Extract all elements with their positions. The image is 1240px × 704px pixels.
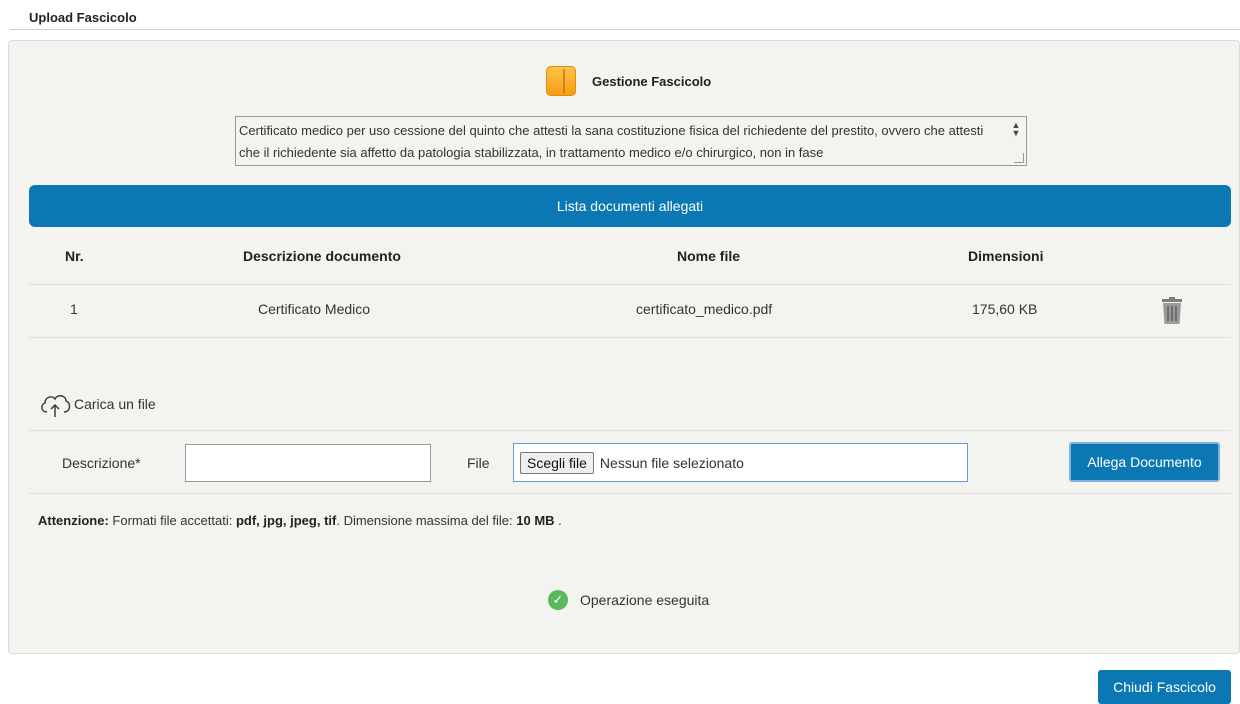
note-size-text: . Dimensione massima del file: bbox=[336, 513, 513, 528]
row-nome-file: certificato_medico.pdf bbox=[636, 301, 773, 317]
close-fascicolo-button[interactable]: Chiudi Fascicolo bbox=[1098, 670, 1231, 704]
gestione-header: Gestione Fascicolo bbox=[546, 66, 711, 96]
trash-icon[interactable] bbox=[1160, 297, 1184, 325]
table-divider bbox=[29, 337, 1231, 338]
upload-title-text: Carica un file bbox=[74, 396, 156, 412]
scroll-arrows-icon[interactable]: ▲ ▼ bbox=[1011, 121, 1021, 138]
row-descrizione: Certificato Medico bbox=[258, 301, 371, 317]
resize-handle-icon[interactable] bbox=[1014, 153, 1024, 163]
note-formats-text: Formati file accettati: bbox=[112, 513, 233, 528]
title-divider bbox=[10, 29, 1240, 30]
column-header-nome-file: Nome file bbox=[677, 248, 741, 264]
upload-section-title: Carica un file bbox=[38, 390, 156, 418]
note-formats: pdf, jpg, jpeg, tif bbox=[235, 513, 337, 528]
file-input[interactable]: Scegli file Nessun file selezionato bbox=[513, 443, 968, 482]
row-nr: 1 bbox=[70, 301, 78, 317]
note-prefix: Attenzione: bbox=[38, 513, 109, 528]
folder-icon bbox=[546, 66, 576, 96]
cloud-upload-icon bbox=[41, 395, 71, 417]
gestione-description-textarea[interactable]: Certificato medico per uso cessione del … bbox=[235, 116, 1027, 166]
column-header-descrizione: Descrizione documento bbox=[243, 248, 401, 264]
descrizione-label: Descrizione* bbox=[62, 455, 141, 471]
table-divider bbox=[29, 284, 1231, 285]
file-label: File bbox=[467, 455, 490, 471]
page-title: Upload Fascicolo bbox=[29, 10, 137, 25]
choose-file-button[interactable]: Scegli file bbox=[520, 451, 594, 474]
row-dimensioni: 175,60 KB bbox=[972, 301, 1038, 317]
status-text: Operazione eseguita bbox=[580, 592, 710, 608]
no-file-text: Nessun file selezionato bbox=[599, 454, 744, 471]
check-icon: ✓ bbox=[548, 590, 568, 610]
gestione-description-text: Certificato medico per uso cessione del … bbox=[239, 123, 984, 160]
attach-document-button[interactable]: Allega Documento bbox=[1069, 442, 1220, 482]
note-max-size: 10 MB bbox=[516, 513, 555, 528]
descrizione-input[interactable] bbox=[185, 444, 431, 482]
form-divider bbox=[29, 493, 1231, 494]
gestione-title: Gestione Fascicolo bbox=[592, 73, 712, 89]
column-header-dimensioni: Dimensioni bbox=[968, 248, 1044, 264]
file-format-note: Attenzione: Formati file accettati: pdf,… bbox=[38, 513, 562, 528]
status-message: ✓ Operazione eseguita bbox=[548, 590, 709, 610]
form-divider bbox=[29, 430, 1231, 431]
column-header-nr: Nr. bbox=[65, 248, 84, 264]
documents-list-header: Lista documenti allegati bbox=[29, 185, 1231, 227]
note-suffix: . bbox=[554, 513, 562, 528]
